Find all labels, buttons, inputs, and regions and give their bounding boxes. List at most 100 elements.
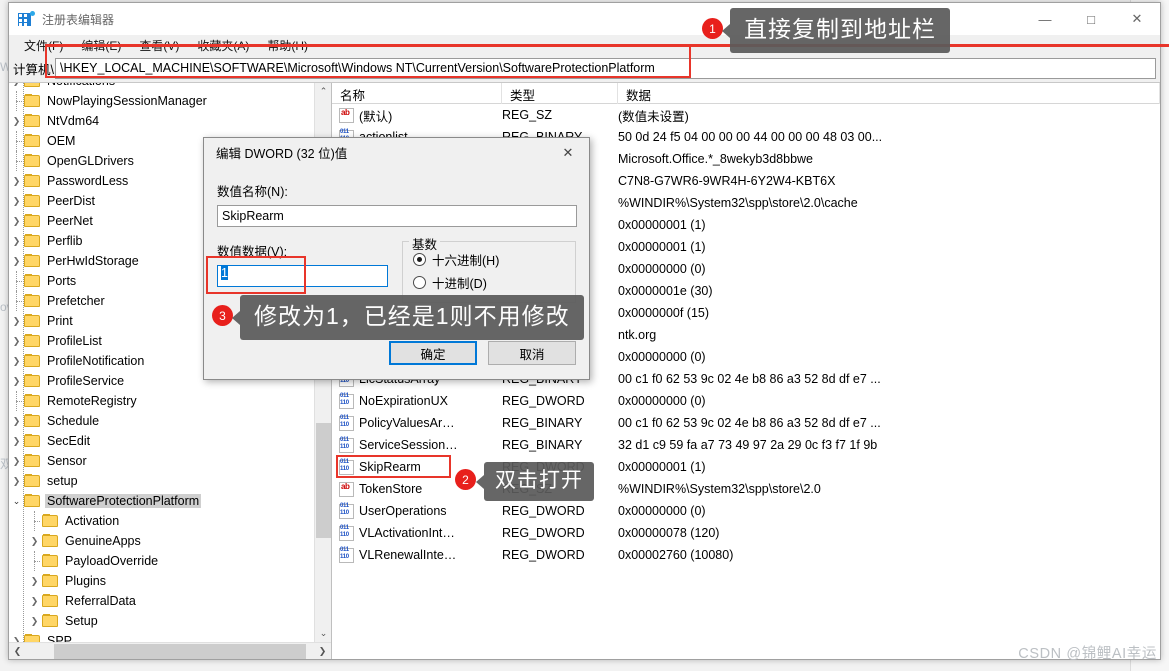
tree-item-schedule[interactable]: ❯ Schedule	[9, 411, 314, 431]
chevron-right-icon[interactable]: ❯	[9, 351, 24, 371]
tree-item-nowplayingsessionmanager[interactable]: NowPlayingSessionManager	[9, 91, 314, 111]
h-scroll-thumb[interactable]	[54, 643, 306, 659]
scroll-right-icon[interactable]: ❯	[314, 643, 331, 660]
tree-scroll-thumb[interactable]	[316, 423, 331, 538]
chevron-right-icon[interactable]: ❯	[9, 211, 24, 231]
value-row[interactable]: PolicyValuesAr… REG_BINARY 00 c1 f0 62 53 …	[332, 412, 1160, 434]
value-data-cell: 0x00000000 (0)	[618, 350, 706, 364]
scroll-down-icon[interactable]: ⌄	[315, 625, 331, 642]
tree-connector	[9, 271, 24, 291]
tree-item-label: GenuineApps	[65, 534, 141, 548]
chevron-right-icon[interactable]: ❯	[9, 231, 24, 251]
chevron-right-icon[interactable]: ❯	[9, 471, 24, 491]
chevron-right-icon[interactable]: ❯	[27, 591, 42, 611]
folder-icon	[42, 594, 59, 608]
chevron-right-icon[interactable]: ❯	[9, 111, 24, 131]
value-row[interactable]: NoExpirationUX REG_DWORD 0x00000000 (0)	[332, 390, 1160, 412]
value-name-input[interactable]	[217, 205, 577, 227]
folder-icon	[24, 374, 41, 388]
dword-value-icon	[339, 525, 354, 541]
value-data-column: 数值数据(V): 1	[217, 241, 393, 303]
tree-item-ntvdm64[interactable]: ❯ NtVdm64	[9, 111, 314, 131]
value-row[interactable]: UserOperations REG_DWORD 0x00000000 (0)	[332, 500, 1160, 522]
tree-item-label: Plugins	[65, 574, 106, 588]
tree-item-referraldata[interactable]: ❯ ReferralData	[9, 591, 314, 611]
ok-button[interactable]: 确定	[389, 341, 477, 365]
address-input[interactable]	[54, 57, 1156, 79]
tree-item-label: ProfileList	[47, 334, 102, 348]
tree-item-secedit[interactable]: ❯ SecEdit	[9, 431, 314, 451]
column-header-type[interactable]: 类型	[502, 83, 618, 104]
folder-icon	[24, 294, 41, 308]
folder-icon	[24, 354, 41, 368]
value-data-cell: 0x00000000 (0)	[618, 262, 706, 276]
value-type-cell: REG_DWORD	[502, 526, 585, 540]
scroll-left-icon[interactable]: ❮	[9, 643, 26, 660]
chevron-right-icon[interactable]: ❯	[9, 451, 24, 471]
tree-item-plugins[interactable]: ❯ Plugins	[9, 571, 314, 591]
folder-icon	[24, 274, 41, 288]
dialog-buttons: 确定 取消	[389, 341, 576, 365]
chevron-down-icon[interactable]: ⌄	[9, 491, 24, 511]
folder-icon	[24, 474, 41, 488]
value-name-cell: PolicyValuesAr…	[332, 415, 502, 431]
chevron-right-icon[interactable]: ❯	[9, 191, 24, 211]
value-row[interactable]: (默认) REG_SZ (数值未设置)	[332, 104, 1160, 126]
chevron-right-icon[interactable]: ❯	[9, 251, 24, 271]
value-row[interactable]: VLActivationInt… REG_DWORD 0x00000078 (120…	[332, 522, 1160, 544]
scroll-up-icon[interactable]: ⌃	[315, 83, 331, 100]
tree-item-softwareprotectionplatform[interactable]: ⌄ SoftwareProtectionPlatform	[9, 491, 314, 511]
chevron-right-icon[interactable]: ❯	[9, 311, 24, 331]
value-type-cell: REG_BINARY	[502, 438, 583, 452]
value-type-cell: REG_DWORD	[502, 548, 585, 562]
tree-item-setup[interactable]: ❯ Setup	[9, 611, 314, 631]
value-data-input[interactable]: 1	[217, 265, 388, 287]
chevron-right-icon[interactable]: ❯	[9, 371, 24, 391]
tree-item-remoteregistry[interactable]: RemoteRegistry	[9, 391, 314, 411]
value-name-cell: NoExpirationUX	[332, 393, 502, 409]
tree-item-setup[interactable]: ❯ setup	[9, 471, 314, 491]
folder-icon	[24, 134, 41, 148]
chevron-right-icon[interactable]: ❯	[9, 431, 24, 451]
title-bar: 注册表编辑器 — □ ✕	[9, 3, 1160, 35]
radio-decimal[interactable]: 十进制(D)	[413, 271, 565, 294]
value-row[interactable]: VLRenewalInte… REG_DWORD 0x00002760 (10080…	[332, 544, 1160, 566]
h-scroll-track[interactable]	[26, 643, 314, 660]
close-button[interactable]: ✕	[1114, 3, 1160, 35]
chevron-right-icon[interactable]: ❯	[9, 631, 24, 643]
chevron-right-icon[interactable]: ❯	[9, 171, 24, 191]
tree-item-sensor[interactable]: ❯ Sensor	[9, 451, 314, 471]
chevron-right-icon[interactable]: ❯	[27, 571, 42, 591]
maximize-button[interactable]: □	[1068, 3, 1114, 35]
value-data-cell: (数值未设置)	[618, 109, 689, 124]
folder-icon	[24, 334, 41, 348]
tree-item-activation[interactable]: Activation	[9, 511, 314, 531]
chevron-right-icon[interactable]: ❯	[9, 83, 24, 91]
column-header-data[interactable]: 数据	[618, 83, 1160, 104]
value-name: TokenStore	[359, 482, 423, 496]
tree-item-label: SecEdit	[47, 434, 91, 448]
tree-item-label: Schedule	[47, 414, 100, 428]
chevron-right-icon[interactable]: ❯	[9, 331, 24, 351]
tree-item-genuineapps[interactable]: ❯ GenuineApps	[9, 531, 314, 551]
chevron-right-icon[interactable]: ❯	[27, 611, 42, 631]
minimize-button[interactable]: —	[1022, 3, 1068, 35]
chevron-right-icon[interactable]: ❯	[27, 531, 42, 551]
value-row[interactable]: ServiceSession… REG_BINARY 32 d1 c9 59 fa …	[332, 434, 1160, 456]
radio-hex-label: 十六进制(H)	[432, 254, 500, 268]
dialog-close-icon[interactable]: ✕	[547, 138, 589, 167]
folder-icon	[24, 414, 41, 428]
value-type-cell: REG_DWORD	[502, 504, 585, 518]
chevron-right-icon[interactable]: ❯	[9, 411, 24, 431]
tree-item-label: Prefetcher	[47, 294, 105, 308]
column-header-name[interactable]: 名称	[332, 83, 502, 104]
binary-value-icon	[339, 415, 354, 431]
value-data-cell: 00 c1 f0 62 53 9c 02 4e b8 86 a3 52 8d d…	[618, 416, 881, 430]
tree-item-notifications[interactable]: ❯ Notifications	[9, 83, 314, 91]
cancel-button[interactable]: 取消	[488, 341, 576, 365]
tree-item-spp[interactable]: ❯ SPP	[9, 631, 314, 642]
tree-item-payloadoverride[interactable]: PayloadOverride	[9, 551, 314, 571]
tree-horizontal-scrollbar[interactable]: ❮ ❯	[9, 642, 331, 659]
folder-icon	[24, 434, 41, 448]
value-data-cell: %WINDIR%\System32\spp\store\2.0	[618, 482, 821, 496]
